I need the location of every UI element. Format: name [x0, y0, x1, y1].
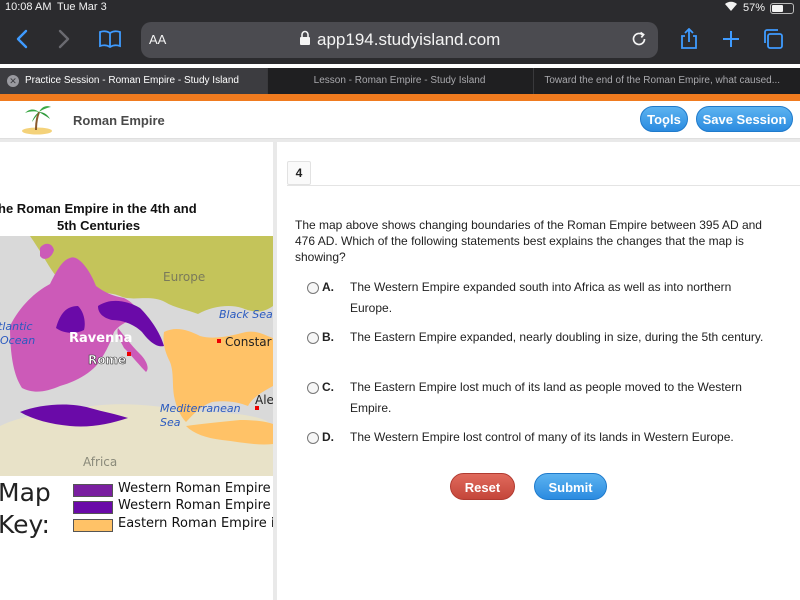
- tab-lesson[interactable]: Lesson - Roman Empire - Study Island: [266, 68, 534, 94]
- choice-letter: A.: [322, 280, 334, 294]
- radio-button[interactable]: [307, 282, 319, 294]
- close-tab-icon[interactable]: ✕: [7, 75, 19, 87]
- status-date: Tue Mar 3: [57, 1, 107, 13]
- radio-button[interactable]: [307, 332, 319, 344]
- radio-button[interactable]: [307, 432, 319, 444]
- map-label-mediterranean-2: Sea: [160, 416, 181, 429]
- tab-question-search[interactable]: Toward the end of the Roman Empire, what…: [533, 68, 800, 94]
- tools-button[interactable]: Tools ▼: [640, 106, 688, 132]
- answer-choice-a[interactable]: A. The Western Empire expanded south int…: [307, 280, 767, 320]
- lock-icon: [299, 30, 311, 51]
- legend-label: Western Roman Empire i: [118, 498, 273, 513]
- chevron-down-icon: ▼: [662, 124, 668, 130]
- question-text: The map above shows changing boundaries …: [295, 218, 762, 264]
- legend-swatch: [73, 484, 113, 497]
- map-title-line-2: 5th Centuries: [57, 218, 141, 233]
- legend-label: Western Roman Empire i: [118, 481, 273, 496]
- save-session-button[interactable]: Save Session: [696, 106, 793, 132]
- accent-bar: [0, 94, 800, 101]
- tab-label: Lesson - Roman Empire - Study Island: [313, 75, 486, 86]
- map-key-heading: Map Key:: [0, 477, 51, 541]
- reset-button[interactable]: Reset: [450, 473, 515, 500]
- map-label-constantinople: Constar: [225, 335, 272, 349]
- app-header: Roman Empire Tools ▼ Save Session: [0, 101, 800, 139]
- forward-arrow-icon[interactable]: [51, 26, 77, 52]
- battery-percent: 57%: [742, 2, 765, 14]
- map-label-black-sea: Black Sea: [219, 308, 273, 321]
- map-label-rome: Rome: [88, 353, 126, 367]
- reload-icon[interactable]: [630, 30, 648, 53]
- choice-letter: C.: [322, 380, 334, 394]
- choice-letter: D.: [322, 430, 334, 444]
- divider: [287, 185, 800, 186]
- battery-icon: [770, 2, 794, 14]
- radio-button[interactable]: [307, 382, 319, 394]
- answer-choice-b[interactable]: B. The Eastern Empire expanded, nearly d…: [307, 330, 767, 370]
- status-time: 10:08 AM: [5, 1, 52, 13]
- map-label-alexandria: Ale: [255, 393, 273, 407]
- status-bar: 10:08 AM Tue Mar 3 57%: [0, 0, 800, 16]
- map-constantinople-marker: [217, 339, 221, 343]
- bookmarks-book-icon[interactable]: [97, 26, 123, 52]
- palm-island-logo-icon[interactable]: [20, 103, 54, 140]
- main-content: he Roman Empire in the 4th and 5th Centu…: [0, 139, 800, 600]
- answer-choice-c[interactable]: C. The Eastern Empire lost much of its l…: [307, 380, 767, 420]
- tabs-overview-icon[interactable]: [760, 26, 786, 52]
- map-label-ravenna: Ravenna: [69, 331, 132, 346]
- map-key-line-1: Map: [0, 478, 51, 507]
- tab-practice-session[interactable]: ✕ Practice Session - Roman Empire - Stud…: [0, 68, 267, 94]
- tab-label: Toward the end of the Roman Empire, what…: [544, 75, 781, 86]
- map-title-line-1: he Roman Empire in the 4th and: [0, 201, 197, 216]
- browser-toolbar: AA app194.studyisland.com: [0, 16, 800, 64]
- tab-label: Practice Session - Roman Empire - Study …: [25, 75, 239, 86]
- choice-text: The Eastern Empire expanded, nearly doub…: [350, 330, 764, 344]
- wifi-icon: [724, 1, 738, 15]
- map-rome-marker: [127, 352, 131, 356]
- map-key-line-2: Key:: [0, 510, 50, 539]
- legend-label: Eastern Roman Empire in: [118, 516, 273, 531]
- choice-text: The Western Empire expanded south into A…: [350, 280, 732, 315]
- map-panel: he Roman Empire in the 4th and 5th Centu…: [0, 142, 273, 600]
- legend-swatch: [73, 501, 113, 514]
- page-title: Roman Empire: [73, 113, 165, 128]
- map-label-mediterranean-1: Mediterranean: [160, 402, 241, 415]
- submit-button[interactable]: Submit: [534, 473, 607, 500]
- map-label-atlantic-1: tlantic: [0, 320, 33, 333]
- share-icon[interactable]: [676, 26, 702, 52]
- choice-text: The Western Empire lost control of many …: [350, 430, 734, 444]
- browser-tab-strip: ✕ Practice Session - Roman Empire - Stud…: [0, 68, 800, 94]
- url-text: app194.studyisland.com: [317, 30, 501, 49]
- reader-aa-button[interactable]: AA: [149, 32, 166, 47]
- question-panel: 4 The map above shows changing boundarie…: [277, 142, 800, 600]
- new-tab-plus-icon[interactable]: [718, 26, 744, 52]
- address-bar[interactable]: AA app194.studyisland.com: [141, 22, 658, 58]
- choice-text: The Eastern Empire lost much of its land…: [350, 380, 742, 415]
- question-number: 4: [287, 161, 311, 185]
- legend-swatch: [73, 519, 113, 532]
- choice-letter: B.: [322, 330, 334, 344]
- back-arrow-icon[interactable]: [9, 26, 35, 52]
- map-label-europe: Europe: [163, 270, 205, 284]
- map-label-atlantic-2: Ocean: [0, 334, 35, 347]
- answer-choice-d[interactable]: D. The Western Empire lost control of ma…: [307, 430, 767, 470]
- roman-empire-map: Europe Black Sea tlantic Ocean Ravenna R…: [0, 236, 273, 476]
- map-label-africa: Africa: [83, 455, 117, 469]
